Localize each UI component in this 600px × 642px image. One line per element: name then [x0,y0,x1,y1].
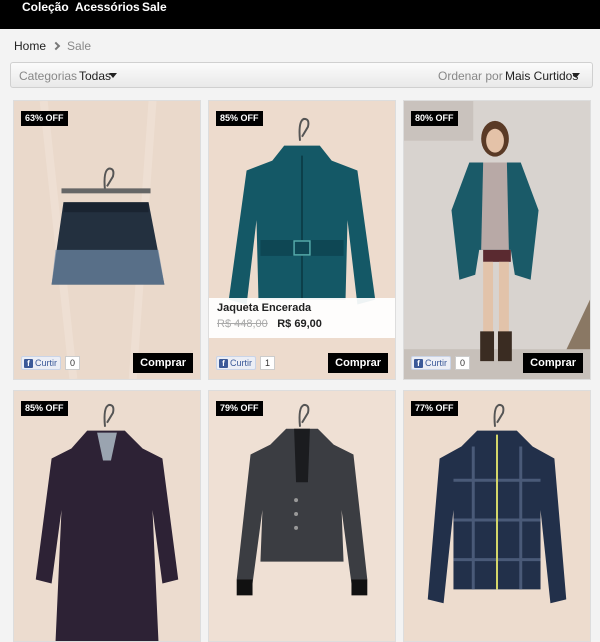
discount-badge: 80% OFF [411,111,458,126]
facebook-icon: f [414,358,423,368]
product-card[interactable]: 85% OFF Jaqueta Encerada R$ 448,00 R$ 69… [208,100,396,380]
product-card[interactable]: 80% OFF f Curtir 0 Comprar [403,100,591,380]
buy-button[interactable]: Comprar [523,353,583,373]
product-image[interactable] [404,101,590,379]
product-card[interactable]: 77% OFF [403,390,591,642]
buy-button[interactable]: Comprar [133,353,193,373]
product-image[interactable] [404,391,590,641]
discount-badge: 79% OFF [216,401,263,416]
facebook-like: f Curtir 1 [216,356,276,370]
facebook-like: f Curtir 0 [411,356,471,370]
categories-dropdown[interactable]: Todas [79,69,111,83]
sale-price: R$ 69,00 [277,318,322,330]
breadcrumb-home[interactable]: Home [14,39,46,53]
chevron-down-icon[interactable] [109,73,117,78]
product-image[interactable] [14,101,200,379]
discount-badge: 85% OFF [216,111,263,126]
facebook-icon: f [219,358,228,368]
discount-badge: 77% OFF [411,401,458,416]
like-label: Curtir [230,358,252,368]
product-card[interactable]: 85% OFF [13,390,201,642]
top-navigation: Coleção Acessórios Sale [0,0,600,29]
old-price: R$ 448,00 [217,318,268,330]
product-image[interactable] [209,391,395,641]
sort-label: Ordenar por [438,69,503,83]
filter-bar: Categorias Todas Ordenar por Mais Curtid… [10,62,593,88]
nav-item-sale[interactable]: Sale [142,0,167,14]
chevron-right-icon [51,41,61,51]
like-button[interactable]: f Curtir [216,356,256,370]
like-button[interactable]: f Curtir [411,356,451,370]
like-count: 0 [65,356,81,370]
nav-item-colecao[interactable]: Coleção [22,0,69,14]
facebook-icon: f [24,358,33,368]
like-label: Curtir [425,358,447,368]
categories-label: Categorias [19,69,78,83]
discount-badge: 63% OFF [21,111,68,126]
product-card[interactable]: 63% OFF f Curtir 0 Comprar [13,100,201,380]
like-button[interactable]: f Curtir [21,356,61,370]
buy-button[interactable]: Comprar [328,353,388,373]
product-name[interactable]: Jaqueta Encerada [217,302,387,314]
chevron-down-icon[interactable] [572,73,580,78]
like-count: 1 [260,356,276,370]
breadcrumb: Home Sale [14,39,91,53]
facebook-like: f Curtir 0 [21,356,81,370]
like-label: Curtir [35,358,57,368]
nav-item-acessorios[interactable]: Acessórios [75,0,140,14]
like-count: 0 [455,356,471,370]
product-image[interactable] [14,391,200,641]
discount-badge: 85% OFF [21,401,68,416]
product-info-panel: Jaqueta Encerada R$ 448,00 R$ 69,00 [209,298,395,338]
product-card[interactable]: 79% OFF [208,390,396,642]
breadcrumb-current: Sale [67,39,92,53]
sort-dropdown[interactable]: Mais Curtidos [505,69,578,83]
